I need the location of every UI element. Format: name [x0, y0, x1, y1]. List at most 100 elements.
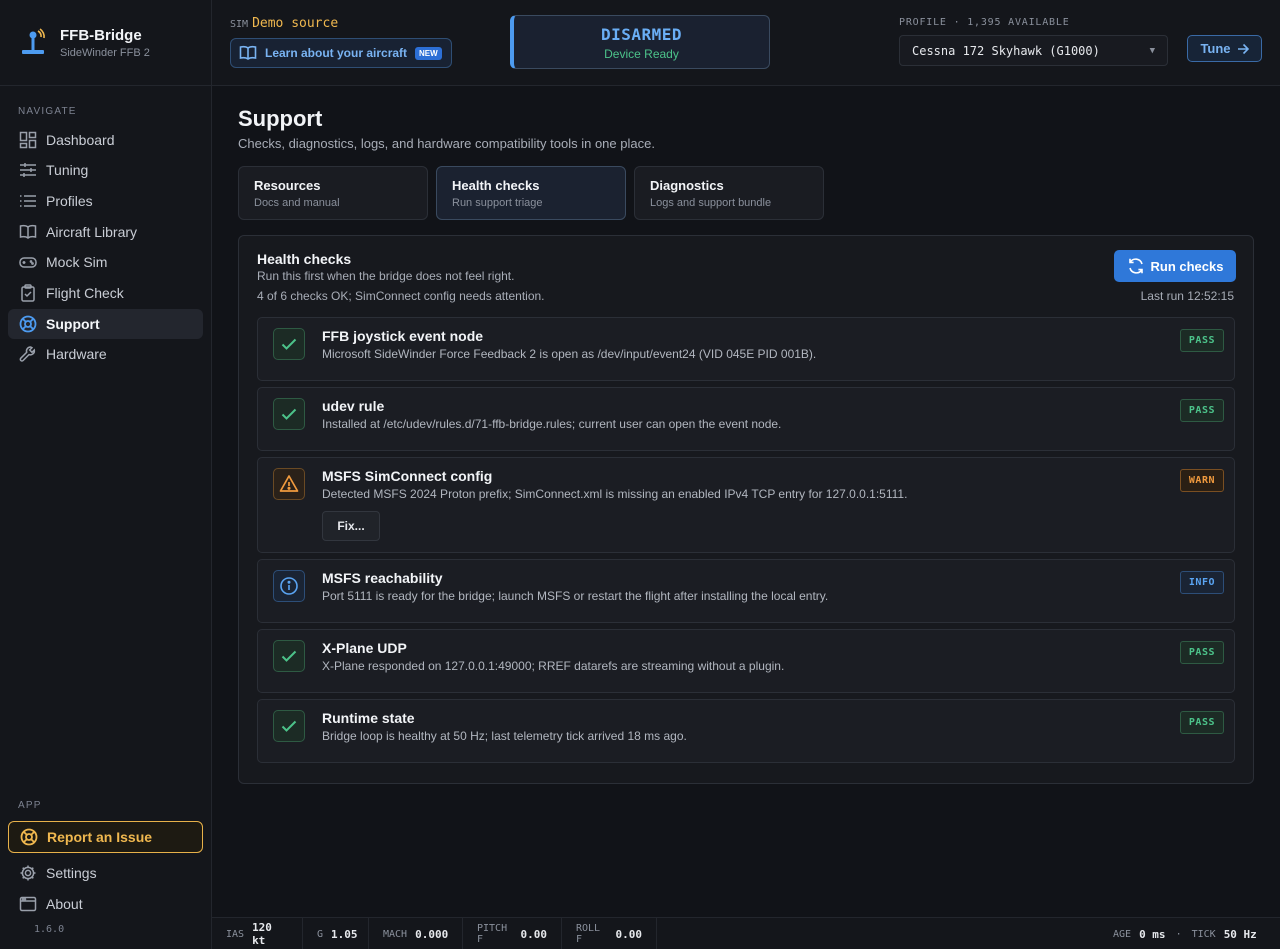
report-issue-button[interactable]: Report an Issue [8, 821, 203, 853]
separator: · [1175, 928, 1182, 940]
new-badge: NEW [415, 46, 442, 60]
tick-label: TICK [1191, 928, 1216, 940]
sidebar-item-label: Hardware [46, 346, 107, 362]
check-title: udev rule [322, 398, 385, 414]
tab-subtitle: Logs and support bundle [650, 197, 772, 209]
check-item: Runtime state Bridge loop is healthy at … [257, 699, 1235, 763]
check-item: udev rule Installed at /etc/udev/rules.d… [257, 387, 1235, 451]
gear-icon [18, 863, 38, 883]
sidebar-item-label: About [46, 896, 83, 912]
check-title: FFB joystick event node [322, 328, 484, 344]
telemetry-mach: MACH 0.000 [369, 918, 463, 949]
check-icon [273, 640, 305, 672]
refresh-icon [1127, 257, 1145, 275]
sidebar-item-mock-sim[interactable]: Mock Sim [8, 247, 203, 277]
sidebar-item-profiles[interactable]: Profiles [8, 186, 203, 216]
sim-source: SIM Demo source [230, 16, 338, 31]
page-subtitle: Checks, diagnostics, logs, and hardware … [238, 136, 655, 151]
wrench-icon [18, 344, 38, 364]
sidebar-item-label: Profiles [46, 193, 93, 209]
sidebar-item-hardware[interactable]: Hardware [8, 339, 203, 369]
check-title: MSFS SimConnect config [322, 468, 493, 484]
device-status: Device Ready [604, 47, 679, 61]
sidebar-item-tuning[interactable]: Tuning [8, 155, 203, 185]
brand: FFB-Bridge SideWinder FFB 2 [0, 0, 211, 86]
run-checks-button[interactable]: Run checks [1114, 250, 1236, 282]
top-header: SIM Demo source Learn about your aircraft… [212, 0, 1280, 86]
status-badge: PASS [1179, 711, 1224, 734]
checks-summary: 4 of 6 checks OK; SimConnect config need… [257, 289, 545, 303]
roll-value: 0.00 [615, 927, 643, 941]
mach-value: 0.000 [415, 927, 449, 941]
tune-label: Tune [1200, 41, 1231, 56]
chevron-down-icon: ▼ [1149, 45, 1155, 56]
info-icon [273, 570, 305, 602]
check-item: MSFS SimConnect config Detected MSFS 202… [257, 457, 1235, 553]
check-title: X-Plane UDP [322, 640, 407, 656]
brand-subtitle: SideWinder FFB 2 [60, 46, 150, 59]
sidebar-item-about[interactable]: About [8, 889, 203, 919]
pitch-label: PITCH F [477, 923, 508, 945]
sidebar-item-aircraft-library[interactable]: Aircraft Library [8, 217, 203, 247]
check-title: Runtime state [322, 710, 415, 726]
check-description: Installed at /etc/udev/rules.d/71-ffb-br… [322, 417, 782, 431]
check-icon [273, 710, 305, 742]
check-description: Microsoft SideWinder Force Feedback 2 is… [322, 347, 817, 361]
sidebar-item-label: Settings [46, 865, 97, 881]
arm-status[interactable]: DISARMED Device Ready [510, 15, 770, 69]
sidebar-item-dashboard[interactable]: Dashboard [8, 125, 203, 155]
gamepad-icon [18, 252, 38, 272]
brand-name: FFB-Bridge [60, 26, 142, 44]
telemetry-age: AGE 0 ms · TICK 50 Hz [1113, 918, 1257, 949]
g-value: 1.05 [331, 927, 358, 941]
tick-value: 50 Hz [1223, 927, 1257, 941]
learn-aircraft-label: Learn about your aircraft [265, 46, 408, 60]
sidebar-item-settings[interactable]: Settings [8, 858, 203, 888]
run-checks-label: Run checks [1150, 258, 1224, 274]
app-section-label: APP [18, 800, 42, 811]
report-issue-label: Report an Issue [47, 829, 153, 845]
profile-select-value: Cessna 172 Skyhawk (G1000) [912, 43, 1100, 58]
tab-diagnostics[interactable]: Diagnostics Logs and support bundle [634, 166, 824, 220]
check-title: MSFS reachability [322, 570, 443, 586]
check-icon [273, 328, 305, 360]
telemetry-roll: ROLL F 0.00 [562, 918, 657, 949]
profile-select[interactable]: Cessna 172 Skyhawk (G1000) ▼ [899, 35, 1168, 66]
tab-title: Health checks [452, 178, 540, 193]
check-description: Port 5111 is ready for the bridge; launc… [322, 589, 829, 603]
lifebuoy-icon [18, 314, 38, 334]
status-badge: INFO [1179, 571, 1224, 594]
age-label: AGE [1113, 928, 1132, 940]
telemetry-g: G 1.05 [303, 918, 369, 949]
sidebar-item-flight-check[interactable]: Flight Check [8, 278, 203, 308]
telemetry-ias: IAS 120 kt [212, 918, 303, 949]
dashboard-icon [18, 130, 38, 150]
fix-button[interactable]: Fix... [322, 511, 380, 541]
status-badge: PASS [1179, 329, 1224, 352]
check-item: FFB joystick event node Microsoft SideWi… [257, 317, 1235, 381]
page-title: Support [238, 106, 323, 131]
book-icon [18, 222, 38, 242]
app-version: 1.6.0 [34, 924, 65, 935]
roll-label: ROLL F [576, 923, 601, 945]
age-value: 0 ms [1139, 927, 1166, 941]
pitch-value: 0.00 [520, 927, 548, 941]
tab-resources[interactable]: Resources Docs and manual [238, 166, 428, 220]
window-icon [18, 894, 38, 914]
sidebar-item-support[interactable]: Support [8, 309, 203, 339]
learn-aircraft-button[interactable]: Learn about your aircraft NEW [230, 38, 452, 68]
sliders-icon [18, 160, 38, 180]
tab-health-checks[interactable]: Health checks Run support triage [436, 166, 626, 220]
g-label: G [317, 928, 324, 940]
health-checks-panel: Health checks Run this first when the br… [238, 235, 1254, 784]
tab-subtitle: Docs and manual [254, 197, 340, 209]
sidebar-item-label: Mock Sim [46, 254, 108, 270]
sidebar-item-label: Flight Check [46, 285, 124, 301]
telemetry-pitch: PITCH F 0.00 [463, 918, 562, 949]
check-icon [273, 398, 305, 430]
status-badge: PASS [1179, 641, 1224, 664]
check-description: X-Plane responded on 127.0.0.1:49000; RR… [322, 659, 785, 673]
tune-button[interactable]: Tune [1187, 35, 1262, 62]
clipboard-check-icon [18, 283, 38, 303]
joystick-logo-icon [22, 27, 45, 54]
